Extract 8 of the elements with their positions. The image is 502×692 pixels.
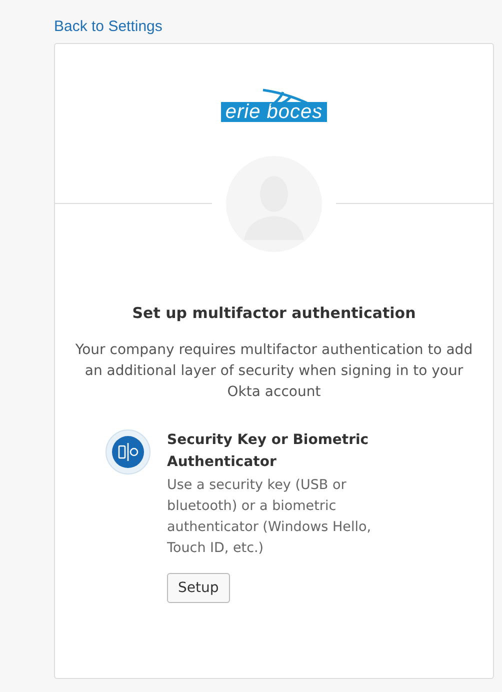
factor-description: Use a security key (USB or bluetooth) or a biometric authenticator (Windows Hello, Touch ID, etc.) <box>167 476 372 558</box>
logo: erie boces <box>221 102 327 122</box>
back-link[interactable]: Back to Settings <box>54 18 162 35</box>
setup-button[interactable]: Setup <box>167 573 230 603</box>
page-title: Set up multifactor authentication <box>131 304 417 322</box>
security-key-icon <box>105 429 151 475</box>
description: Your company requires multifactor authentication to add an additional layer of security when signing in to your Okta account <box>74 341 474 402</box>
factor-title: Security Key or Biometric Authenticator <box>167 431 370 472</box>
